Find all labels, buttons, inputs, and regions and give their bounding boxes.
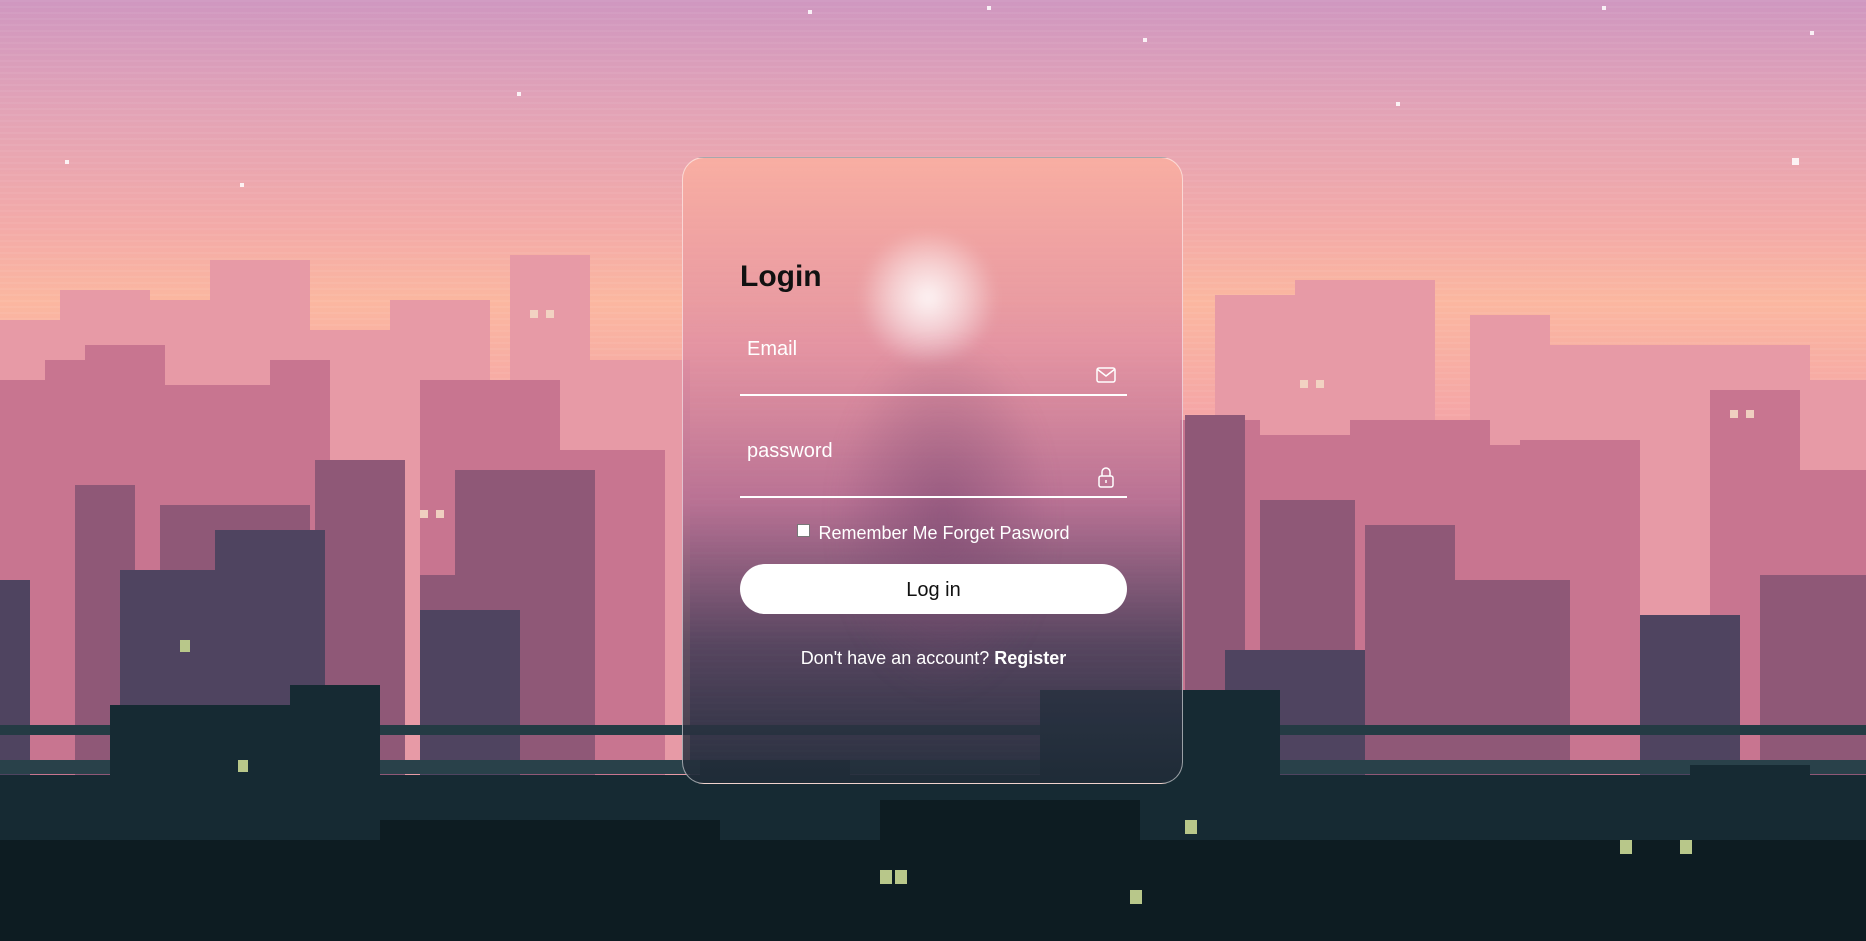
remember-checkbox[interactable] [797, 524, 811, 537]
mail-icon [1096, 367, 1116, 383]
remember-label[interactable]: Remember Me [818, 523, 937, 543]
register-row: Don't have an account? Register [683, 648, 1182, 669]
register-link[interactable]: Register [994, 648, 1066, 668]
lock-icon [1098, 467, 1114, 488]
password-placeholder: password [747, 440, 833, 462]
login-card: Login Email password Remember Me Forget … [682, 157, 1183, 784]
remember-row: Remember Me Forget Pasword [683, 523, 1182, 544]
email-field[interactable]: Email [740, 338, 1127, 396]
login-button[interactable]: Log in [740, 564, 1127, 614]
email-placeholder: Email [747, 338, 798, 360]
register-prompt: Don't have an account? [800, 648, 990, 668]
background-scene: Login Email password Remember Me Forget … [0, 0, 1866, 941]
login-title: Login [740, 260, 822, 293]
forgot-password-link[interactable]: Forget Pasword [943, 523, 1070, 543]
password-field[interactable]: password [740, 440, 1127, 498]
